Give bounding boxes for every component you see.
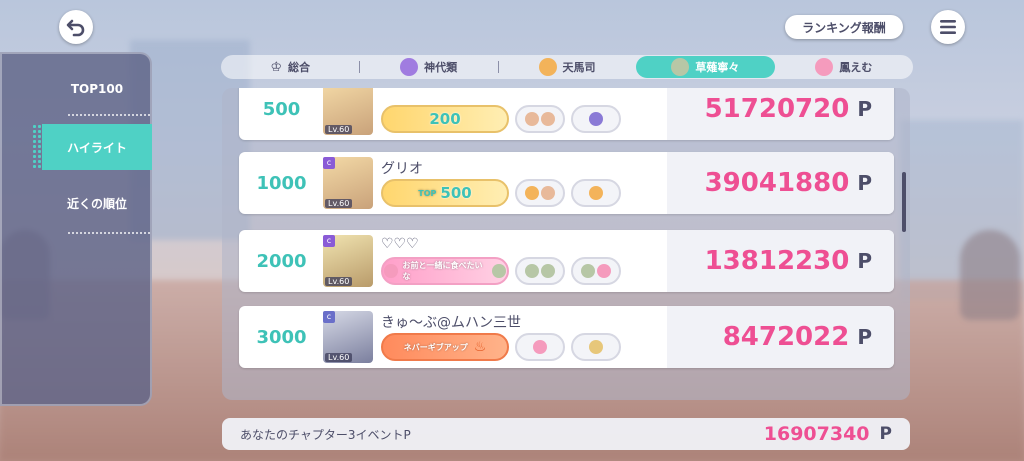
avatar-icon [815,58,834,76]
divider [68,232,150,234]
honor-number: 500 [440,184,472,202]
tab-label: 鳳えむ [839,61,873,74]
scrollbar[interactable] [902,172,906,232]
points-unit: P [879,424,892,444]
leader-card: c Lv.60 [323,311,373,363]
back-button[interactable] [59,10,93,44]
avatar-icon [538,58,557,76]
my-points-label: あなたのチャプター3イベントP [240,427,411,442]
event-points: 8472022 [722,322,850,352]
tab-overall[interactable]: ♔ 総合 [221,56,359,78]
sidebar-item-label: ハイライト [67,140,127,155]
attribute-icon: c [323,157,335,169]
ranking-row[interactable]: 500 Lv.60 200 51720720 P [239,88,894,140]
attribute-icon: c [323,235,335,247]
ranking-row[interactable]: 3000 c Lv.60 きゅ～ぶ@ムハン三世 ネバーギブアップ ♨ 84720… [239,306,894,368]
honor-badges: お前と一緒に食べたいな [381,257,621,285]
honor-text: ネバーギブアップ [403,342,468,352]
ranking-row[interactable]: 1000 c Lv.60 グリオ TOP 500 39041880 P [239,152,894,214]
sidebar-item-highlight[interactable]: ハイライト [32,124,152,170]
flame-icon: ♨ [473,339,487,355]
honor-badge: ネバーギブアップ ♨ [381,333,509,361]
level-label: Lv.60 [325,277,353,286]
tab-nene[interactable]: 草薙寧々 [636,56,775,78]
sidebar-item-label: 近くの順位 [66,196,127,211]
ranking-row[interactable]: 2000 c Lv.60 ♡♡♡ お前と一緒に食べたいな 13812230 P [239,230,894,292]
leader-card: c Lv.60 [323,235,373,287]
honor-badge: 200 [381,105,509,133]
honor-badge: TOP 500 [381,179,509,207]
honor-badges: 200 [381,105,621,133]
honor-badge [571,105,621,133]
leader-card: c Lv.60 [323,157,373,209]
honor-badge [571,257,621,285]
honor-text: お前と一緒に食べたいな [402,261,483,281]
level-label: Lv.60 [325,125,353,134]
honor-badge [515,179,565,207]
points-unit: P [857,325,872,349]
tab-label: 総合 [288,61,311,74]
honor-number: 200 [429,110,461,128]
rank-number: 500 [262,98,301,120]
attribute-icon: c [323,311,335,323]
back-arrow-icon [66,19,85,37]
crown-icon: ♔ [270,59,283,75]
level-label: Lv.60 [325,353,353,362]
tab-tsukasa[interactable]: 天馬司 [497,56,636,78]
hamburger-icon [940,20,956,34]
score-box: 39041880 P [667,152,894,214]
honor-badge [515,105,565,133]
tab-emu[interactable]: 鳳えむ [775,56,913,78]
event-points: 39041880 [704,168,850,198]
player-name: ♡♡♡ [381,236,419,252]
tab-rui[interactable]: 神代類 [359,56,497,78]
honor-badges: ネバーギブアップ ♨ [381,333,621,361]
points-unit: P [857,249,872,273]
honor-badge [571,333,621,361]
honor-text: TOP [418,188,437,198]
honor-badge: お前と一緒に食べたいな [381,257,509,285]
character-tabs: ♔ 総合 神代類 天馬司 草薙寧々 鳳えむ [221,55,913,79]
ranking-list[interactable]: 500 Lv.60 200 51720720 P 1000 c Lv.60 グリ… [222,88,910,400]
tab-label: 天馬司 [562,61,596,74]
level-label: Lv.60 [325,199,353,208]
my-event-points: 16907340 [763,423,870,445]
divider [68,114,150,116]
sidebar-item-nearby[interactable]: 近くの順位 [42,180,152,226]
points-unit: P [857,97,872,121]
honor-badge [515,333,565,361]
avatar-icon [671,58,690,76]
event-points: 51720720 [704,94,850,124]
honor-badge [515,257,565,285]
rank-number: 2000 [256,250,307,272]
score-box: 51720720 P [667,88,894,140]
sidebar-item-top100[interactable]: TOP100 [42,66,152,112]
leader-card: Lv.60 [323,88,373,135]
score-box: 13812230 P [667,230,894,292]
avatar-icon [400,58,419,76]
tab-label: 草薙寧々 [695,61,740,74]
background-character [960,230,1020,320]
honor-badges: TOP 500 [381,179,621,207]
dot-pattern [32,124,46,170]
rank-number: 1000 [256,172,307,194]
rank-number: 3000 [256,326,307,348]
player-name: グリオ [381,161,423,177]
player-name: きゅ～ぶ@ムハン三世 [381,315,521,331]
points-unit: P [857,171,872,195]
menu-button[interactable] [931,10,965,44]
tab-label: 神代類 [424,61,458,74]
my-event-points-bar: あなたのチャプター3イベントP 16907340 P [222,418,910,450]
sidebar-item-label: TOP100 [70,82,124,96]
ranking-sidebar: TOP100 ハイライト 近くの順位 [0,52,152,406]
event-points: 13812230 [704,246,850,276]
ranking-reward-button[interactable]: ランキング報酬 [785,15,903,39]
honor-badge [571,179,621,207]
score-box: 8472022 P [667,306,894,368]
